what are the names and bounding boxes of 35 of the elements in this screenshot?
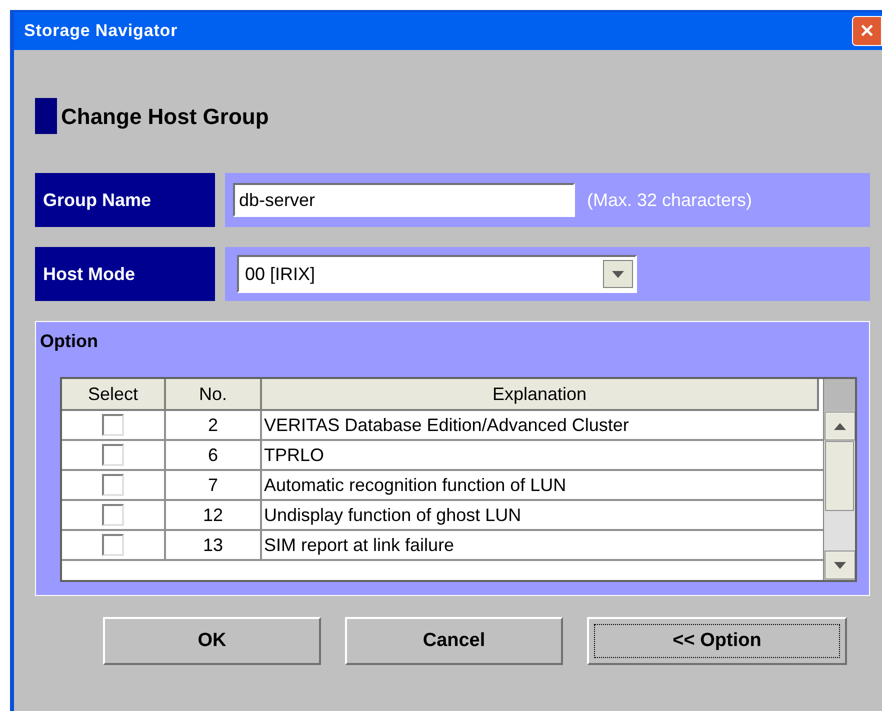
panel-title: Option [40, 330, 98, 353]
close-button[interactable]: ✕ [852, 16, 882, 46]
select-checkbox[interactable] [102, 414, 124, 436]
select-checkbox[interactable] [102, 474, 124, 496]
table-cell-text: TPRLO [264, 444, 324, 466]
host-mode-dropdown[interactable]: 00 [IRIX] [237, 255, 637, 293]
table-cell-text: 7 [208, 474, 218, 496]
table-cell-text: Undisplay function of ghost LUN [264, 504, 522, 527]
scroll-up-icon[interactable] [824, 411, 855, 441]
length-hint: (Max. 32 characters) [587, 188, 752, 212]
select-checkbox[interactable] [102, 444, 124, 466]
select-checkbox[interactable] [102, 534, 124, 556]
field-label: Group Name [35, 173, 215, 227]
scroll-bar[interactable] [823, 379, 855, 580]
column-header: No. [166, 379, 262, 411]
field-label: Host Mode [35, 247, 215, 301]
heading-marker-icon [35, 98, 57, 134]
window-title: Storage Navigator [24, 20, 178, 42]
table-cell-text: SIM report at link failure [264, 534, 454, 557]
page-heading: Change Host Group [61, 102, 269, 131]
table-cell-text: VERITAS Database Edition/Advanced Cluster [264, 414, 629, 436]
table-cell-text: 13 [202, 534, 224, 556]
column-header: Explanation [262, 379, 819, 411]
group-name-field[interactable]: db-server [233, 183, 575, 217]
table-cell-text: Automatic recognition function of LUN [264, 474, 566, 497]
dialog-button[interactable]: Cancel [345, 617, 563, 665]
column-header: Select [62, 379, 166, 411]
header-corner [824, 379, 855, 411]
table-cell-text: 6 [208, 444, 218, 466]
dialog-button[interactable]: OK [103, 617, 321, 665]
scroll-down-icon[interactable] [824, 550, 855, 580]
select-checkbox[interactable] [102, 504, 124, 526]
dialog-button[interactable]: << Option [587, 617, 847, 665]
table-cell-text: 2 [208, 414, 218, 436]
table-cell-text: 12 [202, 504, 224, 526]
